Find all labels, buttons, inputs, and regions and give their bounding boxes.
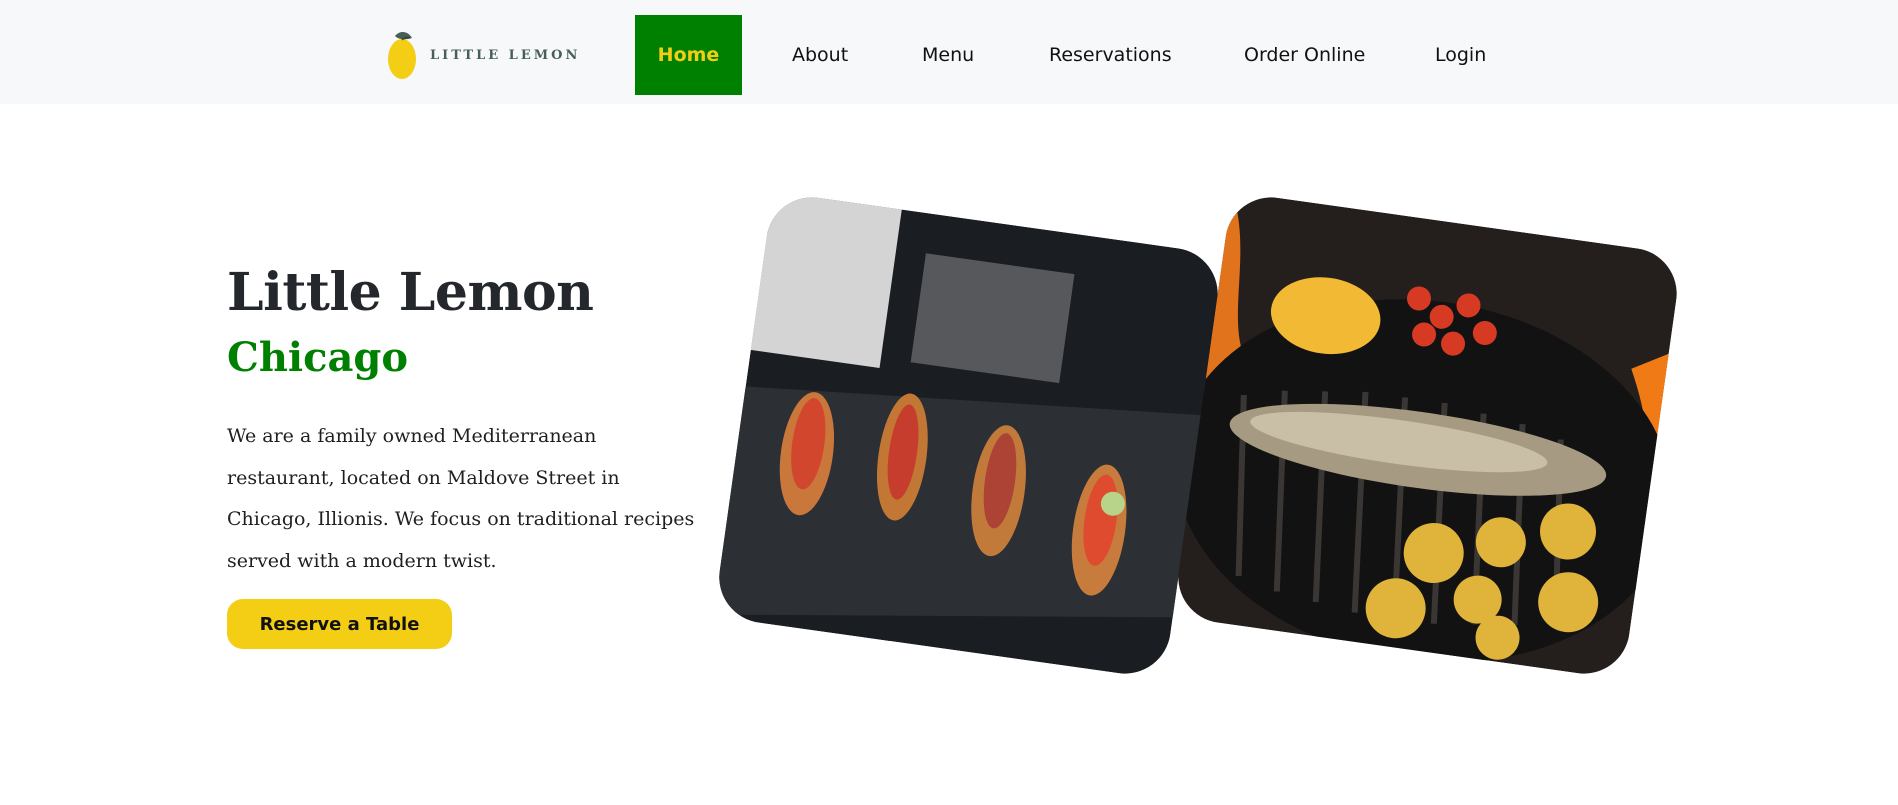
food-photo-grilled-fish	[1172, 191, 1683, 680]
top-navbar: LITTLE LEMON Home About Menu Reservation…	[0, 0, 1898, 104]
nav-home-link[interactable]: Home	[635, 15, 742, 95]
nav-reservations-link[interactable]: Reservations	[1049, 15, 1172, 95]
nav-login-link[interactable]: Login	[1435, 15, 1486, 95]
nav-menu-link[interactable]: Menu	[922, 15, 974, 95]
hero-title: Little Lemon	[227, 262, 594, 323]
lemon-icon	[388, 32, 416, 79]
reserve-table-button[interactable]: Reserve a Table	[227, 599, 452, 649]
nav-about-link[interactable]: About	[792, 15, 848, 95]
hero-description: We are a family owned Mediterranean rest…	[227, 425, 695, 572]
hero-subtitle: Chicago	[227, 334, 409, 381]
logo-text: LITTLE LEMON	[430, 47, 581, 63]
logo[interactable]: LITTLE LEMON	[386, 28, 580, 82]
nav-order-online-link[interactable]: Order Online	[1244, 15, 1365, 95]
food-photo-bruschetta	[713, 191, 1224, 680]
